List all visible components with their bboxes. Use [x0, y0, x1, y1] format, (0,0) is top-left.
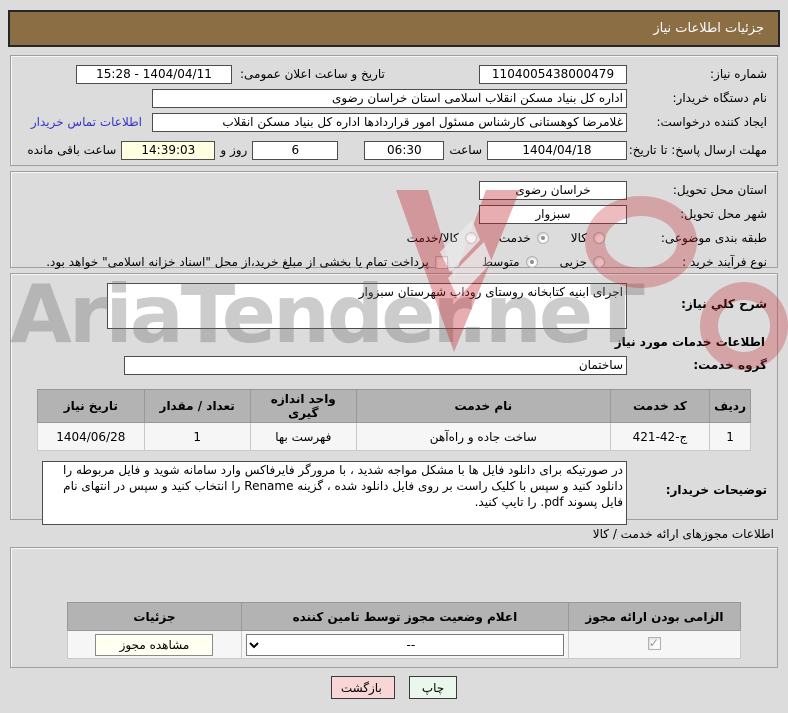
cell-license-details: مشاهده مجوز — [67, 630, 242, 659]
remaining-time-label: ساعت باقی مانده — [27, 143, 117, 157]
cell-service-code: ج-42-421 — [609, 422, 711, 451]
service-table-row: 1 ج-42-421 ساخت جاده و راه‌آهن فهرست بها… — [37, 422, 751, 451]
creator-row: ایجاد کننده درخواست: اطلاعات تماس خریدار — [21, 110, 767, 134]
col-row-number: ردیف — [709, 389, 751, 423]
services-table-header-row: ردیف کد خدمت نام خدمت واحد اندازه گیری ت… — [37, 389, 751, 423]
services-groupbox: شرح کلي نیاز: اجرای ابنیه کتابخانه روستا… — [10, 273, 778, 525]
need-details-page: { "title_bar": { "label": "جزئیات اطلاعا… — [0, 0, 788, 713]
classification-label: طبقه بندی موضوعی: — [660, 230, 767, 245]
col-quantity: تعداد / مقدار — [143, 389, 251, 423]
buyer-notes-label: توضیحات خریدار: — [665, 483, 767, 497]
buyer-org-input[interactable] — [152, 88, 627, 108]
buyer-contact-link[interactable]: اطلاعات تماس خریدار — [31, 115, 142, 129]
print-button[interactable]: چاپ — [408, 676, 458, 699]
process-type-row: نوع فرآیند خرید : جزیی متوسط پرداخت تمام… — [21, 250, 767, 274]
radio-goods[interactable]: کالا — [571, 231, 605, 245]
license-required-checkbox[interactable] — [647, 636, 661, 650]
view-license-button[interactable]: مشاهده مجوز — [95, 633, 214, 656]
radio-service-label: خدمت — [498, 231, 531, 245]
need-info-groupbox: شماره نیاز: تاریخ و ساعت اعلان عمومی: نا… — [10, 55, 778, 166]
radio-service-icon[interactable] — [536, 232, 549, 244]
page-title-bar: جزئیات اطلاعات نیاز — [8, 10, 780, 47]
need-number-row: شماره نیاز: تاریخ و ساعت اعلان عمومی: — [21, 62, 767, 86]
deadline-hour-input[interactable] — [364, 140, 445, 160]
need-number-label: شماره نیاز: — [710, 66, 767, 81]
remaining-days-label: روز و — [220, 143, 248, 157]
radio-goods-label: کالا — [570, 231, 587, 245]
licenses-section-header: اطلاعات مجوزهای ارائه خدمت / کالا — [592, 527, 774, 541]
deadline-label: مهلت ارسال پاسخ: تا تاریخ: — [628, 142, 767, 157]
radio-goods-icon[interactable] — [593, 232, 605, 244]
city-label: شهر محل تحویل: — [680, 206, 767, 221]
radio-medium-label: متوسط — [481, 255, 520, 269]
cell-quantity: 1 — [143, 422, 251, 451]
buyer-org-row: نام دستگاه خریدار: — [21, 86, 767, 110]
province-input[interactable] — [479, 180, 627, 200]
services-table: ردیف کد خدمت نام خدمت واحد اندازه گیری ت… — [37, 389, 751, 451]
radio-medium-icon[interactable] — [525, 256, 538, 268]
process-type-label: نوع فرآیند خرید : — [682, 254, 767, 269]
cell-need-date: 1404/06/28 — [37, 422, 145, 451]
back-button[interactable]: بازگشت — [330, 676, 395, 699]
license-table-row: -- مشاهده مجوز — [67, 630, 742, 659]
col-license-status: اعلام وضعیت مجوز توسط تامین کننده — [240, 602, 569, 631]
footer-actions: چاپ بازگشت — [0, 676, 788, 699]
treasury-checkbox-label: پرداخت تمام یا بخشی از مبلغ خرید،از محل … — [46, 255, 429, 269]
announce-datetime-input[interactable] — [76, 64, 232, 84]
buyer-org-label: نام دستگاه خریدار: — [672, 90, 768, 105]
need-number-input[interactable] — [479, 64, 627, 84]
service-group-input[interactable] — [124, 355, 627, 375]
licenses-table-header-row: الزامی بودن ارائه مجوز اعلام وضعیت مجوز … — [67, 602, 742, 631]
service-group-label: گروه خدمت: — [693, 357, 767, 372]
deadline-hour-label: ساعت — [449, 143, 482, 157]
buyer-notes-row: توضیحات خریدار: در صورتیکه برای دانلود ف… — [21, 461, 767, 525]
province-row: استان محل تحویل: — [21, 178, 767, 202]
licenses-groupbox: الزامی بودن ارائه مجوز اعلام وضعیت مجوز … — [10, 547, 778, 668]
col-service-name: نام خدمت — [355, 389, 611, 423]
need-description-label: شرح کلي نیاز: — [681, 297, 767, 311]
classification-row: طبقه بندی موضوعی: کالا خدمت کالا/خدمت — [21, 226, 767, 250]
col-license-details: جزئیات — [67, 602, 242, 631]
license-status-select[interactable]: -- — [245, 633, 564, 656]
services-section-header: اطلاعات خدمات مورد نیاز — [614, 335, 765, 349]
need-description-textarea[interactable]: اجرای ابنیه کتابخانه روستای روداب شهرستا… — [107, 283, 627, 329]
province-label: استان محل تحویل: — [672, 182, 767, 197]
licenses-table: الزامی بودن ارائه مجوز اعلام وضعیت مجوز … — [67, 602, 742, 659]
announce-datetime-label: تاریخ و ساعت اعلان عمومی: — [240, 66, 385, 81]
page-title: جزئیات اطلاعات نیاز — [653, 21, 764, 36]
deadline-date-input[interactable] — [487, 140, 627, 160]
cell-service-name: ساخت جاده و راه‌آهن — [355, 422, 611, 451]
radio-minor-icon[interactable] — [593, 256, 605, 268]
radio-goods-service-label: کالا/خدمت — [406, 231, 459, 245]
treasury-checkbox[interactable] — [434, 255, 448, 269]
cell-license-status: -- — [240, 630, 569, 659]
radio-minor-label: جزیی — [559, 255, 587, 269]
col-license-required: الزامی بودن ارائه مجوز — [567, 602, 742, 631]
remaining-days-input[interactable] — [252, 140, 339, 160]
col-service-code: کد خدمت — [609, 389, 711, 423]
buyer-notes-textarea[interactable]: در صورتیکه برای دانلود فایل ها با مشکل م… — [42, 461, 627, 525]
treasury-checkbox-option[interactable]: پرداخت تمام یا بخشی از مبلغ خرید،از محل … — [46, 255, 448, 269]
creator-input[interactable] — [152, 112, 627, 132]
deadline-row: مهلت ارسال پاسخ: تا تاریخ: ساعت روز و سا… — [21, 134, 767, 166]
radio-goods-service[interactable]: کالا/خدمت — [407, 231, 477, 245]
remaining-time-input[interactable] — [121, 140, 216, 160]
service-group-row: گروه خدمت: — [21, 353, 767, 377]
cell-row-number: 1 — [709, 422, 751, 451]
cell-unit: فهرست بها — [249, 422, 357, 451]
col-unit: واحد اندازه گیری — [249, 389, 357, 423]
cell-license-required — [567, 630, 742, 659]
delivery-groupbox: استان محل تحویل: شهر محل تحویل: طبقه بند… — [10, 171, 778, 269]
radio-goods-service-icon[interactable] — [464, 232, 477, 244]
need-description-row: شرح کلي نیاز: اجرای ابنیه کتابخانه روستا… — [21, 283, 767, 329]
city-row: شهر محل تحویل: — [21, 202, 767, 226]
city-input[interactable] — [479, 204, 627, 224]
radio-minor[interactable]: جزیی — [560, 255, 605, 269]
creator-label: ایجاد کننده درخواست: — [656, 114, 767, 129]
radio-service[interactable]: خدمت — [499, 231, 549, 245]
radio-medium[interactable]: متوسط — [482, 255, 538, 269]
col-need-date: تاریخ نیاز — [37, 389, 145, 423]
